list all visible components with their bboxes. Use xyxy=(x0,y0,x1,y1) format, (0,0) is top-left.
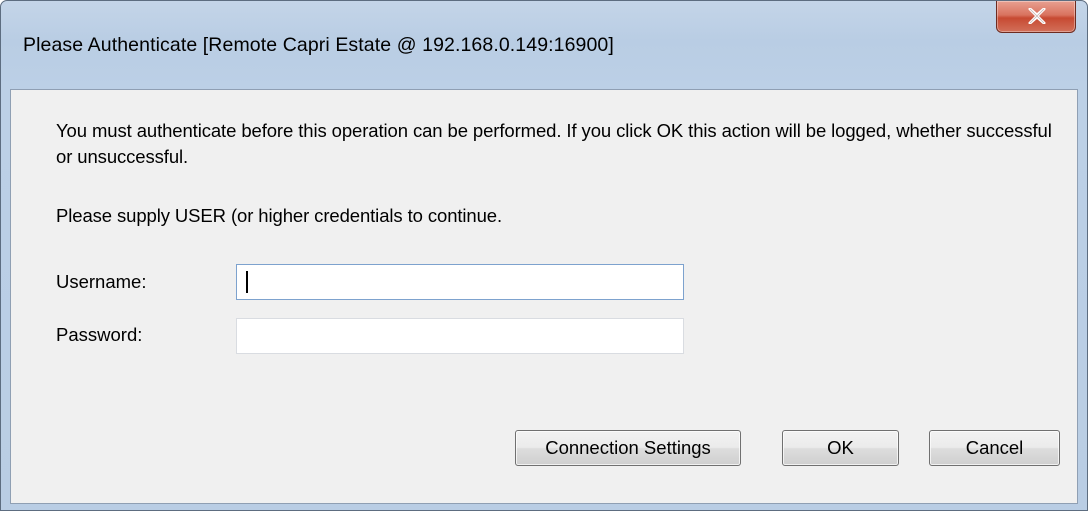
username-input[interactable] xyxy=(236,264,684,300)
close-button[interactable] xyxy=(996,1,1076,33)
password-input[interactable] xyxy=(236,318,684,354)
window-title: Please Authenticate [Remote Capri Estate… xyxy=(23,34,614,56)
text-caret xyxy=(246,271,248,293)
credentials-prompt: Please supply USER (or higher credential… xyxy=(56,205,503,226)
close-icon xyxy=(1028,8,1046,24)
dialog-content: You must authenticate before this operat… xyxy=(10,89,1078,504)
password-label: Password: xyxy=(56,324,143,345)
connection-settings-button[interactable]: Connection Settings xyxy=(515,430,741,466)
username-label: Username: xyxy=(56,271,147,292)
title-bar[interactable]: Please Authenticate [Remote Capri Estate… xyxy=(1,1,1087,89)
ok-button[interactable]: OK xyxy=(782,430,899,466)
auth-warning-message: You must authenticate before this operat… xyxy=(56,120,1052,167)
cancel-button[interactable]: Cancel xyxy=(929,430,1060,466)
authenticate-dialog: Please Authenticate [Remote Capri Estate… xyxy=(0,0,1088,511)
